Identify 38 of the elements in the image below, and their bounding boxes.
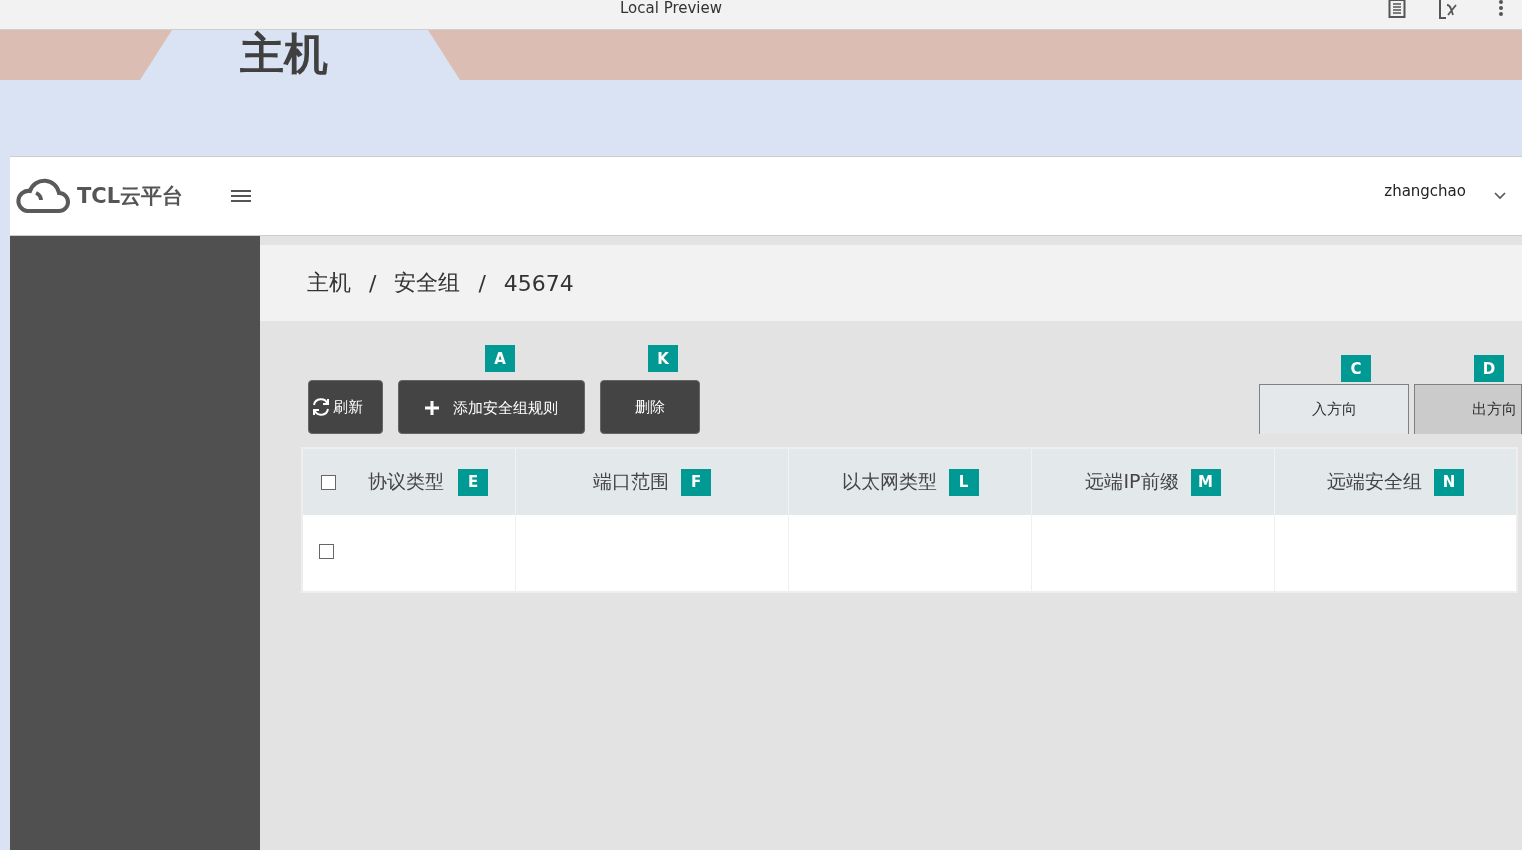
menu-icon[interactable] [231,189,252,203]
annotation-badge: E [458,468,488,496]
annotation-badge: M [1190,468,1221,496]
page-tab[interactable]: 主机 [140,30,460,80]
breadcrumb-item[interactable]: 主机 [307,268,351,298]
annotation-badge: L [948,468,979,496]
annotation-badge: K [648,345,678,372]
annotation-badge: A [485,345,515,372]
column-header: 远端安全组 [1327,469,1422,494]
formula-icon[interactable] [1438,0,1460,19]
column-header: 远端IP前缀 [1085,469,1179,494]
annotation-badge: N [1434,468,1464,496]
column-header: 端口范围 [593,469,669,494]
direction-tab[interactable]: 入方向 [1259,384,1409,434]
breadcrumb-item[interactable]: 安全组 [394,268,461,298]
document-icon[interactable] [1388,0,1406,18]
toolbar-button[interactable]: 刷新 [308,380,383,434]
toolbar-button[interactable]: 添加安全组规则 [398,380,585,434]
user-name[interactable]: zhangchao [1384,182,1466,200]
more-icon[interactable] [1498,0,1504,16]
toolbar-button[interactable]: 删除 [600,380,700,434]
annotation-badge: D [1474,355,1504,382]
direction-tab[interactable]: 出方向 [1414,384,1522,434]
preview-title: Local Preview [620,0,723,17]
breadcrumb-separator: / [369,270,377,296]
brand-name: TCL云平台 [77,183,184,210]
column-header: 协议类型 [368,469,444,494]
chevron-down-icon[interactable] [1494,192,1506,200]
plus-icon [425,401,439,415]
breadcrumb-separator: / [478,270,486,296]
breadcrumb-item: 45674 [503,270,574,296]
annotation-badge: F [681,468,711,496]
checkbox[interactable] [321,474,336,490]
cloud-logo-icon [15,177,71,215]
column-header: 以太网类型 [841,469,937,494]
annotation-badge: C [1341,355,1371,382]
checkbox[interactable] [319,543,334,559]
refresh-icon [311,397,331,417]
